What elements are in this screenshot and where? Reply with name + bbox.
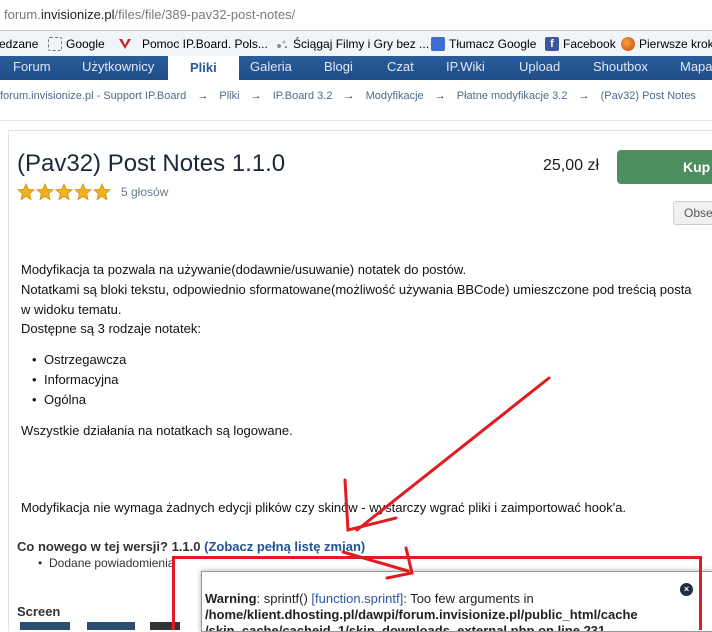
breadcrumb-separator: → [250, 90, 262, 102]
tab-map[interactable]: Mapa [680, 58, 712, 76]
breadcrumb-mods[interactable]: Modyfikacje [366, 90, 424, 102]
star-icon[interactable] [55, 183, 73, 201]
rating-stars[interactable] [17, 183, 111, 201]
star-icon[interactable] [74, 183, 92, 201]
list-item: Informacyjna [32, 370, 126, 390]
breadcrumb-paid-mods[interactable]: Płatne modyfikacje 3.2 [457, 90, 568, 102]
bookmark-label: Pomoc IP.Board. Pols... [142, 37, 268, 51]
tab-shoutbox[interactable]: Shoutbox [593, 58, 648, 76]
description-line: Notatkami są bloki tekstu, odpowiednio s… [21, 282, 692, 297]
tab-chat[interactable]: Czat [387, 58, 414, 76]
screenshots-heading: Screen [17, 604, 61, 619]
bookmark-label: Ściągaj Filmy i Gry bez ... [293, 37, 430, 51]
tab-users[interactable]: Użytkownicy [82, 58, 154, 76]
page-icon [48, 37, 62, 51]
tab-forum[interactable]: Forum [13, 58, 51, 76]
facebook-icon: f [545, 37, 559, 51]
description-line: Modyfikacja nie wymaga żadnych edycji pl… [21, 500, 627, 515]
url-path: /files/file/389-pav32-post-notes/ [114, 7, 296, 22]
breadcrumb-files[interactable]: Pliki [219, 90, 239, 102]
follow-button[interactable]: Obse [673, 201, 712, 225]
change-item: Dodane powiadomienia [38, 556, 174, 570]
star-icon[interactable] [93, 183, 111, 201]
bookmark-translate[interactable]: Tłumacz Google [431, 37, 536, 51]
breadcrumb-separator: → [434, 90, 446, 102]
breadcrumb-separator: → [578, 90, 590, 102]
votes-count: 5 głosów [121, 185, 169, 199]
breadcrumb-ipboard[interactable]: IP.Board 3.2 [273, 90, 333, 102]
star-icon[interactable] [17, 183, 35, 201]
bookmarks-bar: edzane Google Pomoc IP.Board. Pols... Śc… [0, 31, 712, 57]
screenshot-thumbnail[interactable] [87, 622, 135, 630]
sparkle-icon [275, 37, 289, 51]
buy-button[interactable]: Kup [617, 150, 712, 184]
bookmark-google[interactable]: Google [48, 37, 105, 51]
firefox-icon [621, 37, 635, 51]
url-domain: invisionize.pl [40, 7, 115, 22]
breadcrumb: forum.invisionize.pl - Support IP.Board … [0, 90, 704, 102]
page-title: (Pav32) Post Notes 1.1.0 [17, 150, 286, 177]
tab-upload[interactable]: Upload [519, 58, 560, 76]
breadcrumb-separator: → [197, 90, 209, 102]
url-prefix: forum. [4, 7, 41, 22]
whatsnew-heading: Co nowego w tej wersji? 1.1.0 (Zobacz pe… [17, 539, 365, 554]
tab-gallery[interactable]: Galeria [250, 58, 292, 76]
divider [0, 120, 712, 121]
description-line: Dostępne są 3 rodzaje notatek: [21, 321, 201, 336]
star-icon[interactable] [36, 183, 54, 201]
bookmark-sciagaj[interactable]: Ściągaj Filmy i Gry bez ... [275, 37, 429, 51]
bookmark-label: edzane [0, 37, 39, 51]
breadcrumb-current: (Pav32) Post Notes [600, 90, 696, 102]
address-bar[interactable]: forum.invisionize.pl/files/file/389-pav3… [0, 0, 712, 31]
url-text[interactable]: forum.invisionize.pl/files/file/389-pav3… [4, 7, 295, 22]
site-nav: Forum Użytkownicy Pliki Galeria Blogi Cz… [0, 56, 712, 80]
bookmark-label: Facebook [563, 37, 616, 51]
annotation-highlight-box [172, 556, 702, 630]
changelog-link[interactable]: (Zobacz pełną listę zmian) [204, 539, 365, 554]
bookmark-ipb-help[interactable]: Pomoc IP.Board. Pols... [118, 37, 268, 51]
whatsnew-title: Co nowego w tej wersji? 1.1.0 [17, 539, 201, 554]
list-item: Ostrzegawcza [32, 350, 126, 370]
bookmark-firefox[interactable]: Pierwsze kroki [621, 37, 712, 51]
bookmark-label: Google [66, 37, 105, 51]
translate-icon [431, 37, 445, 51]
bookmark-edzane[interactable]: edzane [0, 37, 38, 51]
tab-blogs[interactable]: Blogi [324, 58, 353, 76]
description-line: w widoku tematu. [21, 302, 122, 317]
list-item: Ogólna [32, 390, 126, 410]
bookmark-label: Pierwsze kroki [639, 37, 712, 51]
tab-wiki[interactable]: IP.Wiki [446, 58, 485, 76]
price: 25,00 zł [543, 157, 600, 174]
breadcrumb-home[interactable]: forum.invisionize.pl - Support IP.Board [0, 90, 186, 102]
description-line: Wszystkie działania na notatkach są logo… [21, 423, 293, 438]
tab-files[interactable]: Pliki [168, 56, 239, 80]
breadcrumb-separator: → [343, 90, 355, 102]
note-types-list: Ostrzegawcza Informacyjna Ogólna [32, 350, 126, 410]
ipb-icon [118, 37, 132, 51]
description-line: Modyfikacja ta pozwala na używanie(dodaw… [21, 262, 467, 277]
bookmark-facebook[interactable]: f Facebook [545, 37, 616, 51]
bookmark-label: Tłumacz Google [449, 37, 537, 51]
screenshot-thumbnail[interactable] [20, 622, 70, 630]
